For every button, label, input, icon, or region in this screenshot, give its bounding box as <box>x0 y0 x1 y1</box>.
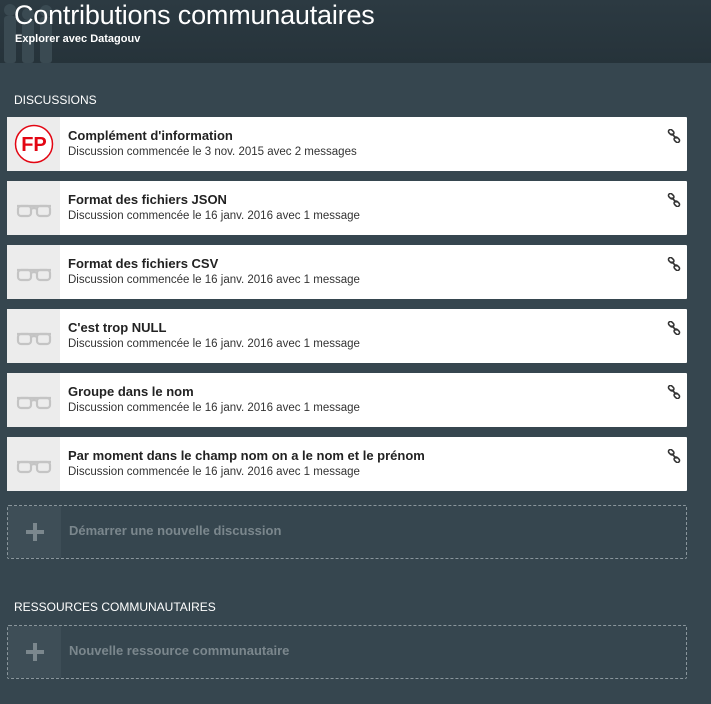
discussion-title[interactable]: Format des fichiers CSV <box>68 256 218 271</box>
discussion-item[interactable]: Par moment dans le champ nom on a le nom… <box>7 437 687 491</box>
plus-icon <box>26 523 44 541</box>
new-resource-button[interactable]: Nouvelle ressource communautaire <box>7 625 687 679</box>
plus-icon <box>26 643 44 661</box>
glasses-icon <box>16 204 52 218</box>
avatar <box>7 245 60 299</box>
discussion-item[interactable]: Format des fichiers CSV Discussion comme… <box>7 245 687 299</box>
discussion-title[interactable]: Par moment dans le champ nom on a le nom… <box>68 448 425 463</box>
glasses-icon <box>16 332 52 346</box>
link-icon[interactable] <box>667 449 681 463</box>
glasses-icon <box>16 396 52 410</box>
avatar <box>7 373 60 427</box>
link-icon[interactable] <box>667 385 681 399</box>
new-discussion-label: Démarrer une nouvelle discussion <box>69 523 282 538</box>
discussion-title[interactable]: C'est trop NULL <box>68 320 166 335</box>
discussion-title[interactable]: Groupe dans le nom <box>68 384 194 399</box>
avatar: FP <box>7 117 60 171</box>
discussion-item[interactable]: Format des fichiers JSON Discussion comm… <box>7 181 687 235</box>
link-icon[interactable] <box>667 193 681 207</box>
svg-text:FP: FP <box>21 134 47 156</box>
glasses-icon <box>16 268 52 282</box>
avatar <box>7 437 60 491</box>
discussion-meta: Discussion commencée le 3 nov. 2015 avec… <box>68 146 357 158</box>
discussion-meta: Discussion commencée le 16 janv. 2016 av… <box>68 338 360 350</box>
page-subtitle: Explorer avec Datagouv <box>15 33 141 45</box>
discussion-title[interactable]: Format des fichiers JSON <box>68 192 227 207</box>
discussion-title[interactable]: Complément d'information <box>68 128 233 143</box>
new-resource-label: Nouvelle ressource communautaire <box>69 643 290 658</box>
new-discussion-button[interactable]: Démarrer une nouvelle discussion <box>7 505 687 559</box>
avatar <box>7 181 60 235</box>
discussion-meta: Discussion commencée le 16 janv. 2016 av… <box>68 210 360 222</box>
link-icon[interactable] <box>667 321 681 335</box>
avatar <box>7 309 60 363</box>
discussion-item[interactable]: FP Complément d'information Discussion c… <box>7 117 687 171</box>
discussions-heading: DISCUSSIONS <box>14 93 97 107</box>
page-header: Contributions communautaires Explorer av… <box>0 0 711 63</box>
discussion-list: FP Complément d'information Discussion c… <box>7 117 687 501</box>
link-icon[interactable] <box>667 257 681 271</box>
page-title: Contributions communautaires <box>14 0 375 30</box>
resources-heading: RESSOURCES COMMUNAUTAIRES <box>14 600 216 614</box>
discussion-item[interactable]: Groupe dans le nom Discussion commencée … <box>7 373 687 427</box>
discussion-meta: Discussion commencée le 16 janv. 2016 av… <box>68 274 360 286</box>
plus-cell <box>8 506 61 558</box>
glasses-icon <box>16 460 52 474</box>
plus-cell <box>8 626 61 678</box>
discussion-item[interactable]: C'est trop NULL Discussion commencée le … <box>7 309 687 363</box>
discussion-meta: Discussion commencée le 16 janv. 2016 av… <box>68 466 360 478</box>
link-icon[interactable] <box>667 129 681 143</box>
fp-logo: FP <box>14 124 54 164</box>
discussion-meta: Discussion commencée le 16 janv. 2016 av… <box>68 402 360 414</box>
